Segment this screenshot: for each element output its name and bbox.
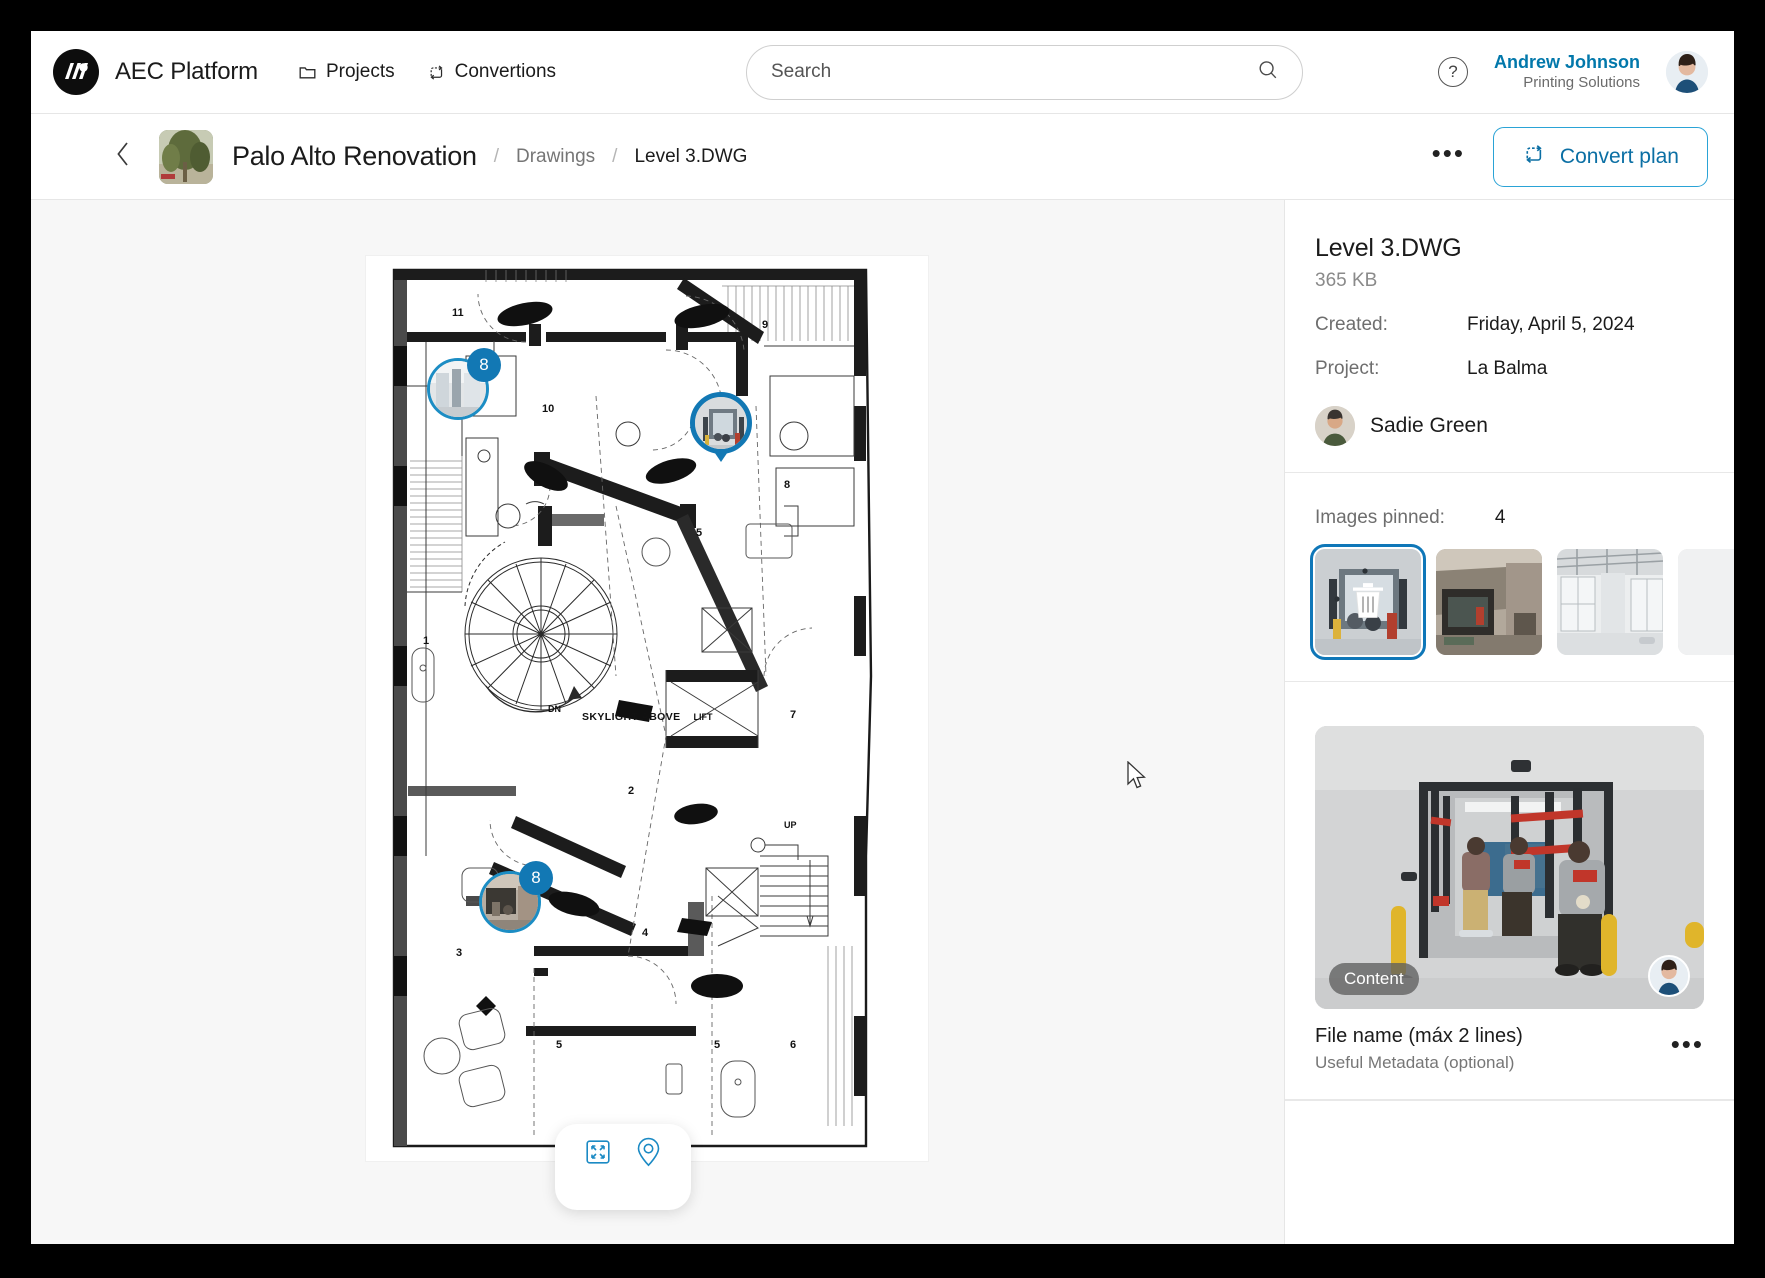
pinned-images-label: Images pinned: [1315, 507, 1445, 529]
svg-text:8: 8 [784, 479, 790, 491]
project-thumbnail[interactable] [159, 130, 213, 184]
plan-pin-top-right[interactable] [690, 392, 752, 454]
search-icon[interactable] [1256, 58, 1280, 87]
file-title: Level 3.DWG [1315, 234, 1704, 263]
plan-canvas[interactable]: 11 9 10 8 5 1 7 2 3 4 5 5 6 DN U [31, 200, 1285, 1244]
breadcrumb-separator-2: / [612, 146, 617, 168]
plan-pin-bottom-left[interactable]: 8 [479, 871, 541, 933]
breadcrumb-separator-1: / [494, 146, 499, 168]
thumbnail-item-3[interactable] [1557, 549, 1663, 655]
meta-key-created: Created: [1315, 314, 1467, 336]
pin-badge-count: 8 [467, 348, 501, 382]
convert-plan-button[interactable]: Convert plan [1493, 127, 1708, 187]
pin-thumbnail[interactable] [690, 392, 752, 454]
preview-image[interactable]: Content [1315, 726, 1704, 1009]
details-panel: Level 3.DWG 365 KB Created: Friday, Apri… [1285, 200, 1734, 1244]
meta-value-project: La Balma [1467, 358, 1547, 380]
pinned-images-count: 4 [1495, 507, 1506, 529]
plan-toolbar [555, 1124, 691, 1210]
search-input[interactable] [771, 61, 1256, 83]
page-title: Palo Alto Renovation [232, 141, 477, 172]
svg-text:LIFT: LIFT [694, 712, 713, 722]
hp-logo-icon[interactable] [53, 49, 99, 95]
search-container [746, 45, 1303, 100]
file-details-section: Level 3.DWG 365 KB Created: Friday, Apri… [1285, 200, 1734, 473]
meta-value-created: Friday, April 5, 2024 [1467, 314, 1635, 336]
convert-plan-label: Convert plan [1560, 145, 1679, 169]
user-name: Andrew Johnson [1494, 51, 1640, 74]
preview-metadata-text: Useful Metadata (optional) [1315, 1053, 1523, 1073]
svg-text:11: 11 [452, 307, 464, 319]
content-area: 11 9 10 8 5 1 7 2 3 4 5 5 6 DN U [31, 200, 1734, 1244]
folder-icon [298, 63, 317, 82]
fit-to-screen-button[interactable] [585, 1139, 611, 1170]
svg-text:DN: DN [548, 704, 561, 714]
convert-arrows-icon [1522, 142, 1546, 172]
plan-pin-top-left[interactable]: 8 [427, 358, 489, 420]
nav-item-projects[interactable]: Projects [298, 61, 395, 83]
svg-text:5: 5 [714, 1039, 720, 1051]
top-navigation-bar: AEC Platform Projects [31, 31, 1734, 114]
primary-nav: Projects Convertions [298, 61, 556, 83]
convert-arrows-icon [427, 63, 446, 82]
commenter-avatar[interactable] [1648, 955, 1690, 997]
floor-plan-sheet[interactable]: 11 9 10 8 5 1 7 2 3 4 5 5 6 DN U [366, 256, 928, 1161]
svg-text:6: 6 [790, 1039, 796, 1051]
nav-item-convertions[interactable]: Convertions [427, 61, 556, 83]
preview-metadata: File name (máx 2 lines) Useful Metadata … [1315, 1025, 1704, 1073]
nav-item-projects-label: Projects [326, 61, 395, 83]
owner-name: Sadie Green [1370, 414, 1488, 438]
pinned-images-section: Images pinned: 4 [1285, 473, 1734, 682]
meta-row-created: Created: Friday, April 5, 2024 [1315, 314, 1704, 336]
preview-section: Content File name (máx 2 l [1285, 682, 1734, 1100]
brand-name: AEC Platform [115, 58, 258, 86]
user-organization: Printing Solutions [1494, 74, 1640, 93]
fullscreen-icon [585, 1139, 611, 1170]
breadcrumb-actions: ••• Convert plan [1432, 127, 1708, 187]
thumbnail-strip[interactable] [1315, 549, 1704, 655]
svg-text:5: 5 [696, 527, 702, 539]
svg-text:2: 2 [628, 785, 634, 797]
content-tag: Content [1329, 963, 1419, 995]
breadcrumb-item-drawings[interactable]: Drawings [516, 146, 595, 168]
svg-text:SKYLIGHT ABOVE: SKYLIGHT ABOVE [582, 711, 681, 723]
svg-text:4: 4 [642, 927, 649, 939]
panel-empty-space [1285, 1100, 1734, 1244]
svg-text:5: 5 [556, 1039, 562, 1051]
mouse-cursor [1126, 761, 1148, 791]
breadcrumb-bar: Palo Alto Renovation / Drawings / Level … [31, 114, 1734, 200]
preview-file-name: File name (máx 2 lines) [1315, 1025, 1523, 1048]
file-size: 365 KB [1315, 270, 1704, 292]
pin-badge-count: 8 [519, 861, 553, 895]
thumbnail-item-4[interactable] [1678, 549, 1734, 655]
thumbnail-item-1[interactable] [1315, 549, 1421, 655]
avatar[interactable] [1666, 51, 1708, 93]
search-box[interactable] [746, 45, 1303, 100]
back-button[interactable] [115, 140, 131, 173]
help-icon[interactable]: ? [1438, 57, 1468, 87]
svg-text:UP: UP [784, 820, 797, 830]
preview-card[interactable]: Content File name (máx 2 l [1315, 726, 1704, 1073]
map-pin-icon [635, 1137, 662, 1172]
svg-text:3: 3 [456, 947, 462, 959]
more-options-button[interactable]: ••• [1432, 147, 1465, 167]
pinned-count-row: Images pinned: 4 [1315, 507, 1704, 529]
meta-row-project: Project: La Balma [1315, 358, 1704, 380]
thumbnail-item-2[interactable] [1436, 549, 1542, 655]
add-pin-button[interactable] [635, 1137, 662, 1172]
nav-right-cluster: ? Andrew Johnson Printing Solutions [1438, 51, 1708, 93]
svg-text:10: 10 [542, 403, 554, 415]
svg-text:1: 1 [423, 635, 429, 647]
nav-item-convertions-label: Convertions [455, 61, 556, 83]
svg-text:7: 7 [790, 709, 796, 721]
trash-icon[interactable] [1349, 580, 1387, 625]
app-window: AEC Platform Projects [31, 31, 1734, 1244]
user-info[interactable]: Andrew Johnson Printing Solutions [1494, 51, 1640, 92]
file-owner[interactable]: Sadie Green [1315, 406, 1704, 446]
preview-more-button[interactable]: ••• [1671, 1025, 1704, 1053]
breadcrumb-item-current[interactable]: Level 3.DWG [634, 146, 747, 168]
svg-text:9: 9 [762, 319, 768, 331]
owner-avatar [1315, 406, 1355, 446]
meta-key-project: Project: [1315, 358, 1467, 380]
